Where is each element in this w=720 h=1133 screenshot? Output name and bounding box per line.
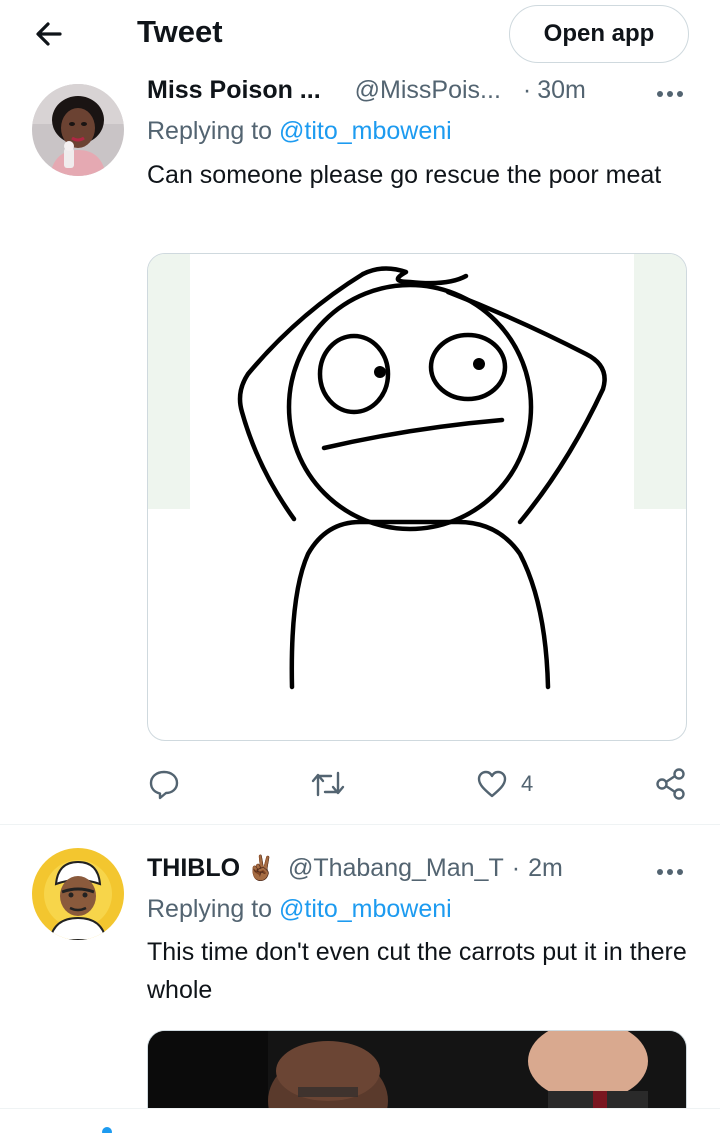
display-name[interactable]: Miss Poison ... bbox=[147, 76, 321, 105]
timestamp[interactable]: 2m bbox=[528, 854, 563, 883]
reply-button[interactable] bbox=[147, 764, 193, 804]
tweet[interactable]: Miss Poison ... @MissPois... · 30m Reply… bbox=[0, 64, 720, 824]
stick-figure-meme-image bbox=[148, 254, 686, 690]
tweet-header: THIBLO ✌🏾 @Thabang_Man_T · 2m bbox=[147, 854, 563, 888]
display-name[interactable]: THIBLO bbox=[147, 854, 240, 883]
bottom-bar bbox=[0, 1108, 720, 1133]
user-handle[interactable]: @Thabang_Man_T bbox=[288, 854, 504, 883]
avatar[interactable] bbox=[32, 848, 124, 940]
open-app-button[interactable]: Open app bbox=[509, 5, 689, 63]
replying-prefix: Replying to bbox=[147, 117, 280, 145]
more-icon bbox=[657, 91, 683, 97]
mention-link[interactable]: @tito_mboweni bbox=[279, 117, 452, 145]
page-title: Tweet bbox=[137, 14, 223, 49]
meta-separator: · bbox=[511, 854, 521, 882]
victory-hand-icon: ✌🏾 bbox=[246, 855, 276, 882]
meta-separator: · bbox=[522, 76, 532, 104]
replying-prefix: Replying to bbox=[147, 895, 280, 923]
like-count: 4 bbox=[521, 771, 534, 796]
tweet-text: This time don't even cut the carrots put… bbox=[147, 938, 687, 1004]
user-handle[interactable]: @MissPois... bbox=[355, 76, 501, 105]
back-button[interactable] bbox=[30, 14, 70, 54]
retweet-button[interactable] bbox=[309, 764, 359, 804]
tweet-media[interactable] bbox=[147, 253, 687, 741]
more-icon bbox=[657, 869, 683, 875]
arrow-left-icon bbox=[36, 22, 62, 46]
tweet[interactable]: THIBLO ✌🏾 @Thabang_Man_T · 2m Replying t… bbox=[0, 826, 720, 1130]
top-bar: Tweet Open app bbox=[0, 0, 720, 72]
avatar[interactable] bbox=[32, 84, 124, 176]
timestamp[interactable]: 30m bbox=[537, 76, 586, 105]
share-icon bbox=[656, 768, 685, 800]
more-options-button[interactable] bbox=[655, 86, 685, 97]
more-options-button[interactable] bbox=[655, 864, 685, 875]
replying-to: Replying to @tito_mboweni bbox=[147, 117, 452, 146]
tweet-actions: 4 bbox=[147, 764, 692, 804]
tweet-header: Miss Poison ... @MissPois... · 30m bbox=[147, 76, 586, 110]
like-button[interactable]: 4 bbox=[475, 764, 533, 804]
reply-icon bbox=[149, 770, 179, 800]
notification-dot-icon bbox=[102, 1127, 112, 1133]
share-button[interactable] bbox=[654, 764, 688, 804]
tweet-divider bbox=[0, 824, 720, 825]
retweet-icon bbox=[311, 771, 345, 797]
replying-to: Replying to @tito_mboweni bbox=[147, 895, 452, 924]
heart-icon bbox=[477, 770, 507, 798]
mention-link[interactable]: @tito_mboweni bbox=[279, 895, 452, 923]
tweet-text: Can someone please go rescue the poor me… bbox=[147, 161, 662, 189]
